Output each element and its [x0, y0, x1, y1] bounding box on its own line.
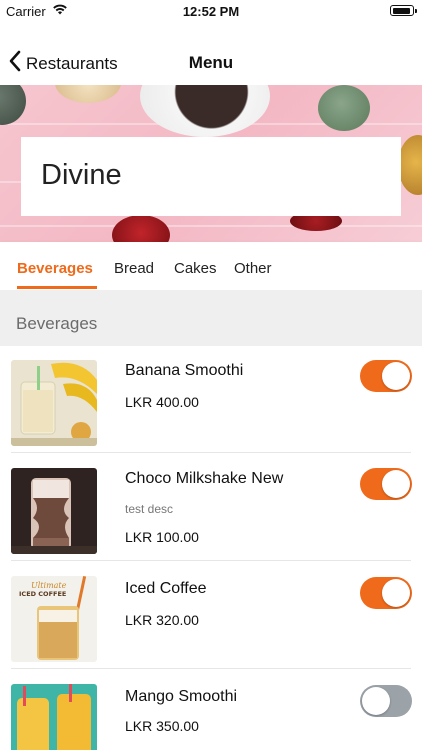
- availability-toggle[interactable]: [360, 360, 412, 392]
- iced-coffee-image: Ultimate ICED COFFEE: [11, 576, 97, 662]
- navigation-bar: Restaurants Menu: [0, 40, 422, 84]
- mango-smoothie-image: [11, 684, 97, 750]
- tab-bread[interactable]: Bread: [114, 260, 154, 277]
- list-item[interactable]: Mango Smoothi LKR 350.00: [0, 670, 422, 750]
- item-price: LKR 400.00: [125, 394, 199, 410]
- section-header: Beverages: [0, 290, 422, 346]
- availability-toggle[interactable]: [360, 685, 412, 717]
- choco-milkshake-image: [11, 468, 97, 554]
- list-item[interactable]: Banana Smoothi LKR 400.00: [0, 346, 422, 454]
- clock: 12:52 PM: [182, 4, 240, 19]
- cupcake-image: [0, 85, 26, 125]
- tab-cakes[interactable]: Cakes: [174, 260, 217, 277]
- tab-other[interactable]: Other: [234, 260, 272, 277]
- list-item[interactable]: Ultimate ICED COFFEE Iced Coffee LKR 320…: [0, 562, 422, 670]
- category-tabs: Beverages Bread Cakes Other: [0, 242, 422, 290]
- list-item[interactable]: Choco Milkshake New test desc LKR 100.00: [0, 454, 422, 562]
- cupcake-image: [318, 85, 370, 131]
- divider: [11, 452, 411, 453]
- restaurant-name-card: Divine: [21, 137, 401, 216]
- section-title: Beverages: [16, 314, 98, 333]
- item-price: LKR 350.00: [125, 718, 199, 734]
- availability-toggle[interactable]: [360, 468, 412, 500]
- item-name: Choco Milkshake New: [125, 470, 284, 487]
- status-bar: Carrier 12:52 PM: [0, 0, 422, 22]
- item-price: LKR 320.00: [125, 612, 199, 628]
- cake-plate-image: [140, 85, 270, 137]
- battery-icon: [390, 5, 417, 16]
- cupcake-image: [398, 135, 422, 195]
- image-caption-title: ICED COFFEE: [19, 590, 66, 598]
- divider: [11, 560, 411, 561]
- toggle-knob: [362, 687, 390, 715]
- tab-beverages[interactable]: Beverages: [17, 260, 93, 277]
- item-name: Banana Smoothi: [125, 362, 244, 379]
- restaurant-name: Divine: [41, 159, 122, 191]
- item-name: Mango Smoothi: [125, 688, 238, 705]
- berry-tart-image: [112, 215, 170, 242]
- item-description: test desc: [125, 502, 174, 516]
- banana-smoothie-image: [11, 360, 97, 446]
- active-tab-indicator: [17, 286, 97, 289]
- restaurant-banner: Divine: [0, 85, 422, 242]
- cupcake-image: [55, 85, 121, 103]
- toggle-knob: [382, 579, 410, 607]
- toggle-knob: [382, 362, 410, 390]
- availability-toggle[interactable]: [360, 577, 412, 609]
- image-caption-script: Ultimate: [31, 581, 67, 590]
- divider: [11, 668, 411, 669]
- toggle-knob: [382, 470, 410, 498]
- item-price: LKR 100.00: [125, 529, 199, 545]
- item-name: Iced Coffee: [125, 580, 207, 597]
- page-title: Menu: [188, 53, 234, 72]
